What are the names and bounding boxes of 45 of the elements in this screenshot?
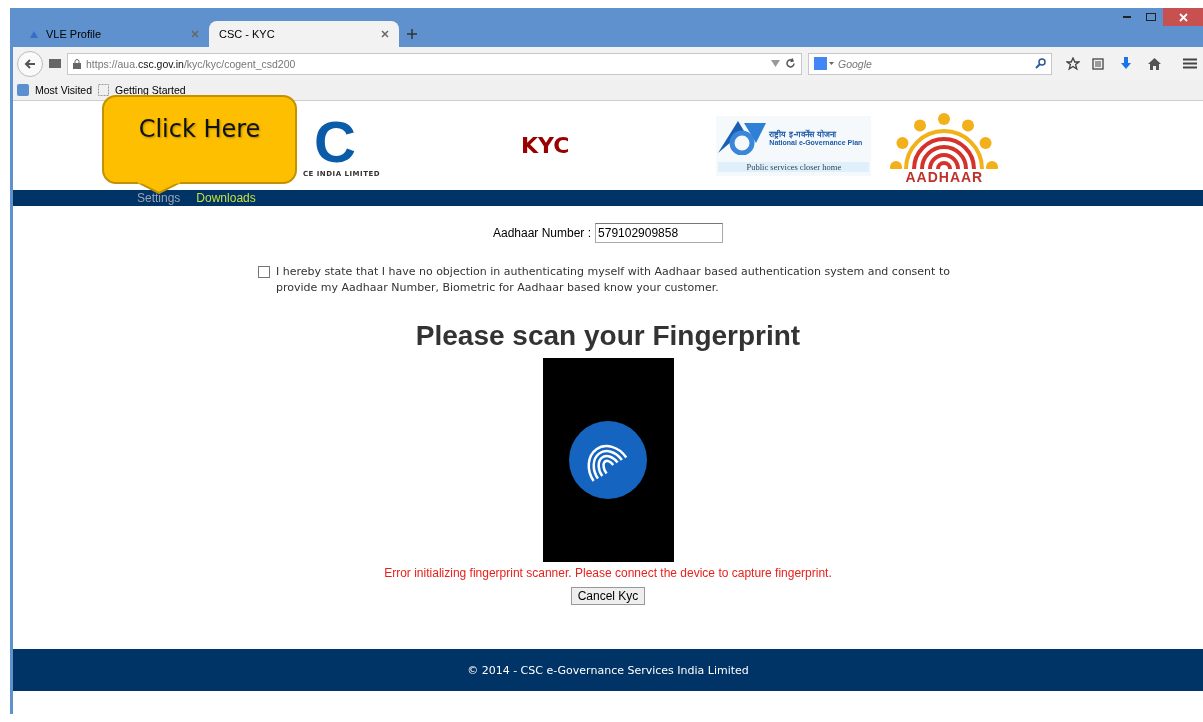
page-icon (29, 29, 40, 39)
search-icon[interactable] (1035, 58, 1046, 69)
address-field[interactable]: https://aua.csc.gov.in/kyc/kyc/cogent_csd200 (67, 52, 802, 75)
star-icon[interactable] (1066, 56, 1080, 71)
lock-icon (73, 58, 81, 69)
scan-heading: Please scan your Fingerprint (415, 320, 801, 352)
consent-checkbox[interactable] (258, 266, 270, 278)
minimize-icon (1123, 16, 1131, 18)
bookmark-page-icon (98, 84, 109, 96)
bookmark-folder-icon (17, 84, 29, 96)
browser-tab[interactable]: CSC - KYC (209, 21, 399, 47)
url-text: https://aua.csc.gov.in/kyc/kyc/cogent_csd200 (86, 57, 297, 70)
close-button[interactable] (1163, 8, 1203, 26)
error-message: Error initializing fingerprint scanner. Please connect the device to capture fingerprint. (384, 566, 832, 580)
reload-icon[interactable] (785, 58, 796, 69)
fingerprint-icon (569, 421, 647, 499)
browser-tab[interactable]: VLE Profile (19, 21, 209, 47)
bookmark-link[interactable]: Getting Started (115, 84, 186, 96)
close-icon[interactable] (381, 30, 389, 38)
maximize-icon (1146, 13, 1156, 21)
page-title: KYC (521, 133, 570, 158)
search-engine-icon[interactable] (814, 57, 834, 70)
back-button[interactable] (17, 50, 43, 77)
eg-emblem-icon (718, 119, 767, 156)
clipboard-icon[interactable] (1092, 57, 1104, 70)
close-icon (1178, 12, 1188, 22)
consent-text: I hereby state that I have no objection in authenticating myself with Aadhaar based authentication system and consent to provide my Aadhaar Number, Biometric for Aadhaar based know your customer. (276, 264, 951, 296)
nav-link[interactable]: Settings (137, 191, 181, 205)
bookmark-link[interactable]: Most Visited (35, 84, 92, 96)
dropdown-icon[interactable] (771, 60, 780, 67)
download-icon[interactable] (1120, 57, 1132, 70)
copyright-text: © 2014 - CSC e-Governance Services India Limited (467, 663, 749, 677)
callout-pointer-icon (137, 182, 181, 194)
aadhaar-number-field[interactable]: 579102909858 (595, 223, 724, 243)
search-placeholder: Google (838, 57, 873, 70)
search-field[interactable]: Google (808, 52, 1052, 75)
back-arrow-icon (24, 57, 36, 70)
menu-icon[interactable] (1183, 58, 1197, 69)
cancel-kyc-button[interactable]: Cancel Kyc (570, 587, 646, 605)
nav-link[interactable]: Downloads (196, 191, 256, 205)
new-tab-icon[interactable] (407, 29, 417, 39)
click-here-callout: Click Here (102, 95, 297, 184)
field-label: Aadhaar Number : (492, 226, 592, 240)
home-icon[interactable] (1148, 57, 1161, 70)
aadhaar-logo: AADHAAR (886, 106, 1003, 185)
